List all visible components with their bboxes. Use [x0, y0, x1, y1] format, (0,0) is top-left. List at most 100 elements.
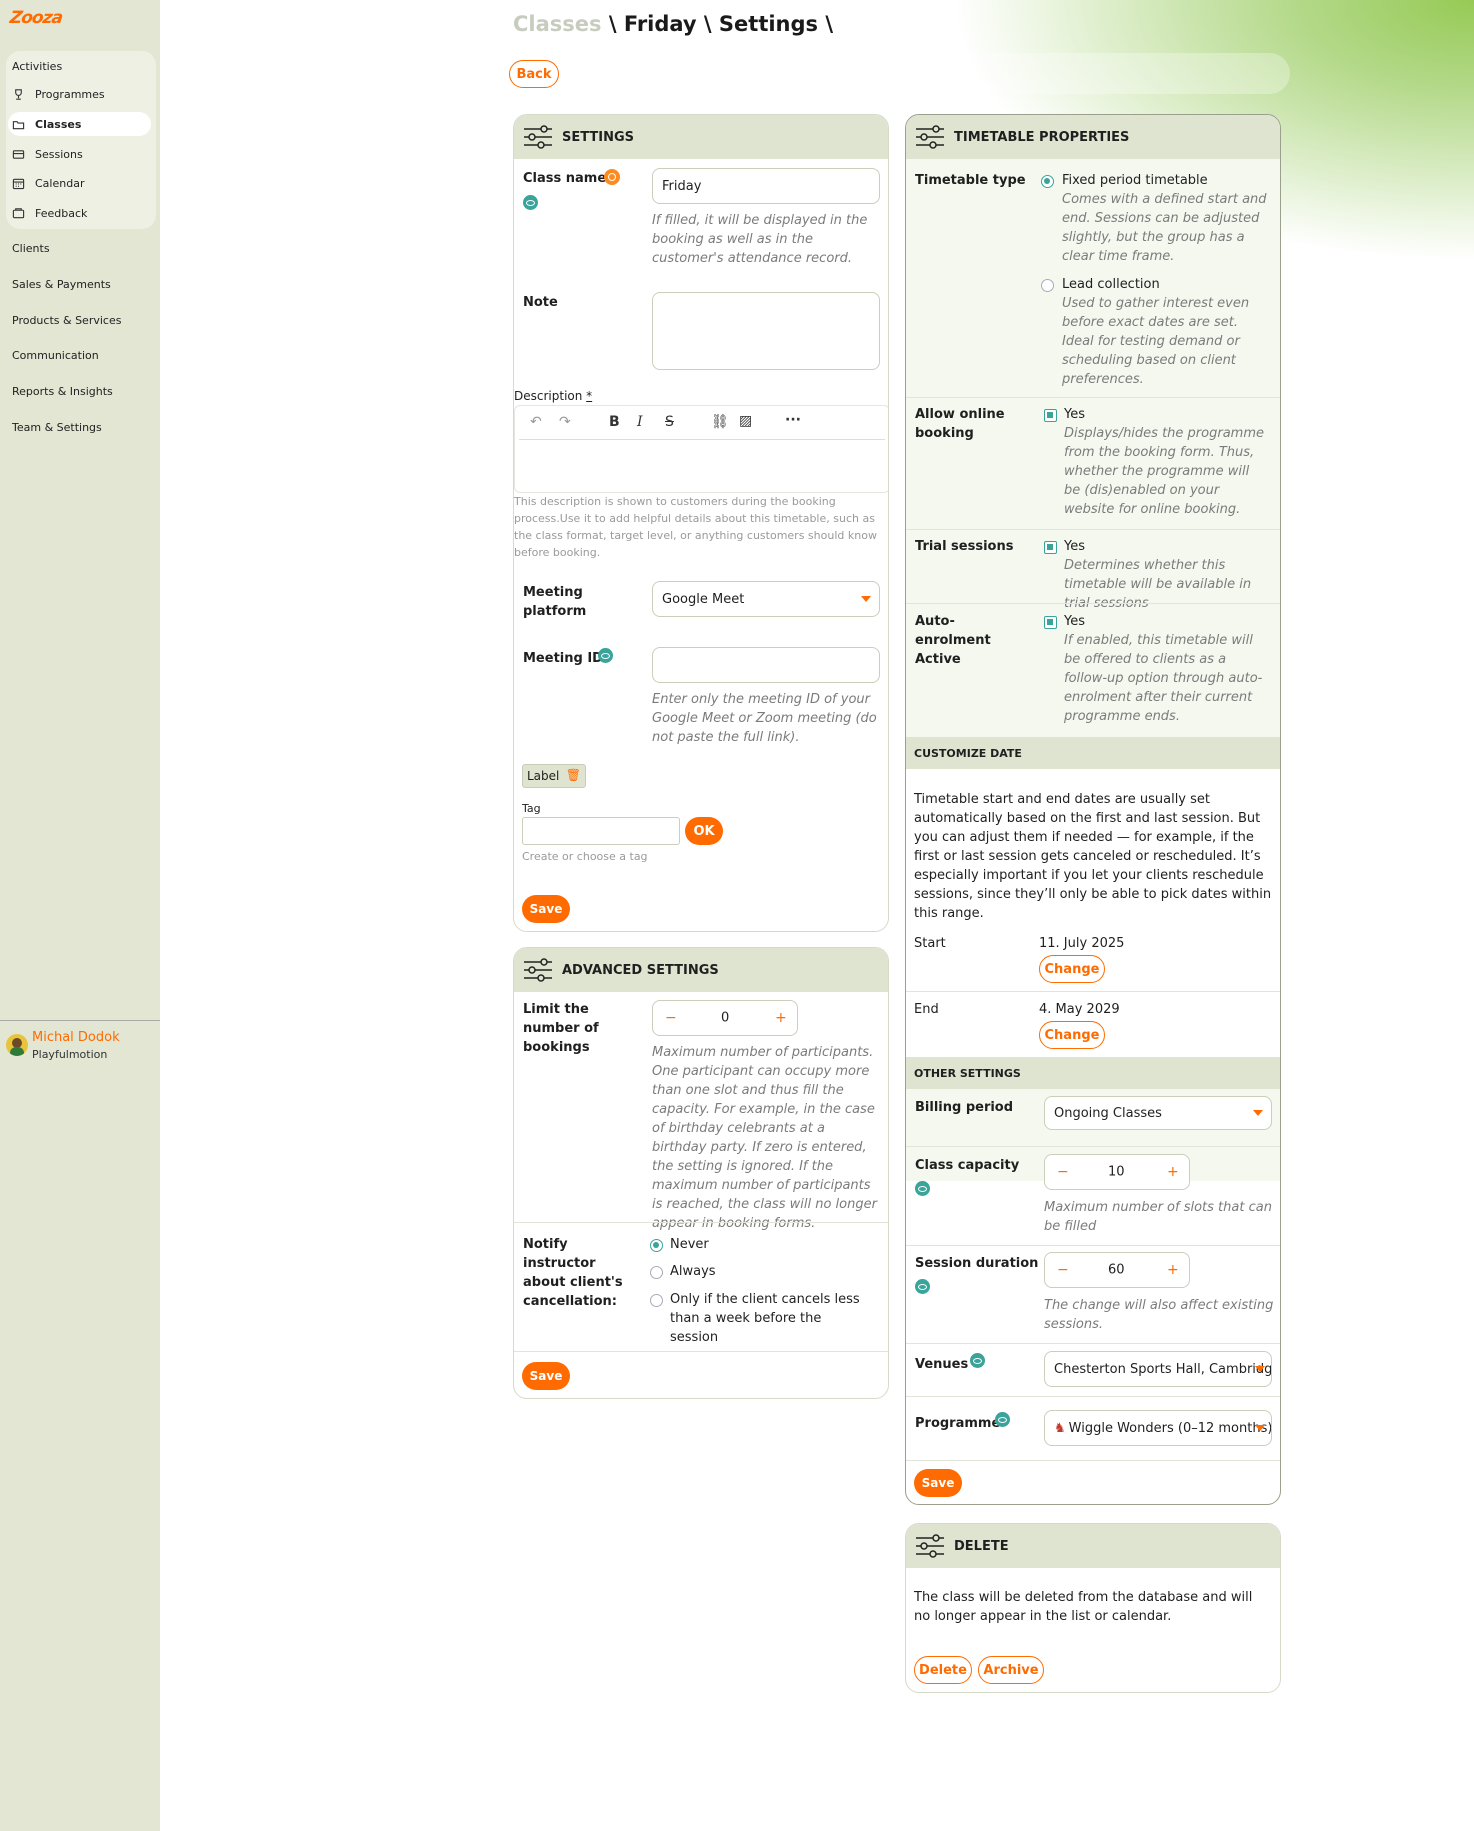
venues-select[interactable]: Chesterton Sports Hall, Cambridge [1044, 1351, 1272, 1387]
sidebar-nav-products-services[interactable]: Products & Services [12, 314, 121, 327]
timetable-title: TIMETABLE PROPERTIES [954, 129, 1130, 145]
auto-enrolment-checkbox[interactable] [1044, 616, 1057, 629]
increment-button[interactable]: + [1167, 1164, 1179, 1180]
sidebar-item-programmes[interactable]: Programmes [12, 82, 152, 106]
zooza-logo[interactable]: Zooza [9, 8, 64, 28]
trial-sessions-checkbox[interactable] [1044, 541, 1057, 554]
billing-period-select[interactable]: Ongoing Classes [1044, 1096, 1272, 1130]
chevron-down-icon [861, 596, 871, 602]
divider [906, 1245, 1280, 1246]
change-start-button[interactable]: Change [1039, 955, 1105, 983]
visibility-eye-icon[interactable] [598, 648, 613, 663]
tag-ok-button[interactable]: OK [685, 817, 723, 845]
redo-icon[interactable]: ↷ [559, 414, 571, 430]
strikethrough-icon[interactable]: S [665, 414, 674, 430]
notify-week-label[interactable]: Only if the client cancels less than a w… [670, 1290, 870, 1347]
advanced-card-header: ADVANCED SETTINGS [514, 948, 888, 992]
delete-button[interactable]: Delete [914, 1656, 972, 1684]
class-capacity-value: 10 [1108, 1164, 1125, 1180]
bold-icon[interactable]: B [609, 414, 620, 430]
description-hint: This description is shown to customers d… [514, 495, 877, 559]
sidebar-nav-communication[interactable]: Communication [12, 349, 99, 362]
sidebar-item-calendar[interactable]: Calendar [12, 171, 152, 195]
trial-sessions-hint: Determines whether this timetable will b… [1064, 558, 1252, 611]
start-label: Start [914, 936, 946, 951]
tag-input[interactable] [522, 817, 680, 845]
notify-never-label[interactable]: Never [670, 1235, 709, 1254]
programme-value: Wiggle Wonders (0–12 months) [1068, 1420, 1272, 1436]
venues-value: Chesterton Sports Hall, Cambridge [1054, 1361, 1272, 1377]
lead-collection-radio[interactable] [1041, 279, 1054, 292]
class-name-label: Class name [523, 171, 607, 186]
divider [906, 1343, 1280, 1344]
note-textarea[interactable] [652, 292, 880, 370]
online-booking-value: Yes [1064, 407, 1085, 422]
sidebar-nav-reports-insights[interactable]: Reports & Insights [12, 385, 113, 398]
meeting-platform-label: Meeting platform [523, 585, 587, 619]
meeting-id-input[interactable] [652, 647, 880, 683]
notify-week-radio[interactable] [650, 1294, 663, 1307]
class-capacity-stepper[interactable]: − 10 + [1044, 1154, 1190, 1190]
user-name: Michal Dodok [32, 1030, 120, 1045]
visibility-eye-icon[interactable] [915, 1181, 930, 1196]
italic-icon[interactable]: I [637, 414, 643, 430]
sidebar-nav-clients[interactable]: Clients [12, 242, 50, 255]
session-duration-stepper[interactable]: − 60 + [1044, 1252, 1190, 1288]
online-booking-hint: Displays/hides the programme from the bo… [1064, 426, 1264, 517]
notify-always-radio[interactable] [650, 1266, 663, 1279]
sidebar-item-sessions[interactable]: Sessions [12, 142, 152, 166]
timetable-save-button[interactable]: Save [914, 1469, 962, 1497]
advanced-save-button[interactable]: Save [522, 1362, 570, 1390]
limit-bookings-stepper[interactable]: − 0 + [652, 1000, 798, 1036]
session-duration-label: Session duration [915, 1256, 1039, 1271]
class-name-input[interactable]: Friday [652, 168, 880, 204]
decrement-button[interactable]: − [1057, 1262, 1069, 1278]
sidebar-section-activities[interactable]: Activities [12, 60, 62, 73]
sidebar-nav-team-settings[interactable]: Team & Settings [12, 421, 102, 434]
chevron-down-icon [1255, 1366, 1265, 1372]
auto-enrolment-label: Auto-enrolment Active [915, 614, 991, 667]
link-icon[interactable]: ⛓ [711, 414, 729, 430]
visibility-eye-icon[interactable] [995, 1412, 1010, 1427]
user-panel[interactable]: Michal Dodok Playfulmotion [0, 1020, 160, 1061]
trial-sessions-label: Trial sessions [915, 539, 1014, 554]
change-end-button[interactable]: Change [1039, 1021, 1105, 1049]
breadcrumb-classes[interactable]: Classes [513, 12, 602, 36]
tag-hint: Create or choose a tag [522, 850, 648, 863]
fixed-period-label[interactable]: Fixed period timetable [1062, 171, 1208, 190]
programme-select[interactable]: ♞ Wiggle Wonders (0–12 months) [1044, 1410, 1272, 1446]
notify-never-radio[interactable] [650, 1239, 663, 1252]
fixed-period-radio[interactable] [1041, 175, 1054, 188]
label-chip[interactable]: Label 🗑 [522, 764, 586, 788]
online-booking-checkbox[interactable] [1044, 409, 1057, 422]
online-booking-label: Allow online booking [915, 407, 1005, 441]
lead-collection-label[interactable]: Lead collection [1062, 275, 1160, 294]
divider [906, 603, 1280, 604]
sidebar-item-classes[interactable]: Classes [8, 112, 151, 136]
sessions-icon [12, 149, 25, 159]
back-button[interactable]: Back [509, 60, 559, 88]
settings-save-button[interactable]: Save [522, 895, 570, 923]
sidebar-item-feedback[interactable]: Feedback [12, 201, 152, 225]
notify-always-label[interactable]: Always [670, 1262, 716, 1281]
toolbar-divider [519, 439, 885, 440]
description-editor[interactable]: ↶ ↷ B I S ⛓ ▨ ··· [514, 405, 888, 493]
undo-icon[interactable]: ↶ [530, 414, 542, 430]
advanced-title: ADVANCED SETTINGS [562, 962, 719, 978]
visibility-eye-icon[interactable] [523, 195, 538, 210]
archive-button[interactable]: Archive [978, 1656, 1044, 1684]
meeting-platform-select[interactable]: Google Meet [652, 581, 880, 617]
visibility-eye-icon[interactable] [970, 1353, 985, 1368]
decrement-button[interactable]: − [1057, 1164, 1069, 1180]
trash-icon[interactable]: 🗑 [566, 768, 581, 782]
image-icon[interactable]: ▨ [739, 413, 752, 429]
increment-button[interactable]: + [1167, 1262, 1179, 1278]
programme-emoji-icon: ♞ [1054, 1420, 1066, 1436]
more-icon[interactable]: ··· [785, 412, 801, 428]
visibility-eye-icon[interactable] [915, 1279, 930, 1294]
timetable-card-header: TIMETABLE PROPERTIES [906, 115, 1280, 159]
decrement-button[interactable]: − [665, 1010, 677, 1026]
increment-button[interactable]: + [775, 1010, 787, 1026]
divider [906, 1460, 1280, 1461]
sidebar-nav-sales-payments[interactable]: Sales & Payments [12, 278, 111, 291]
